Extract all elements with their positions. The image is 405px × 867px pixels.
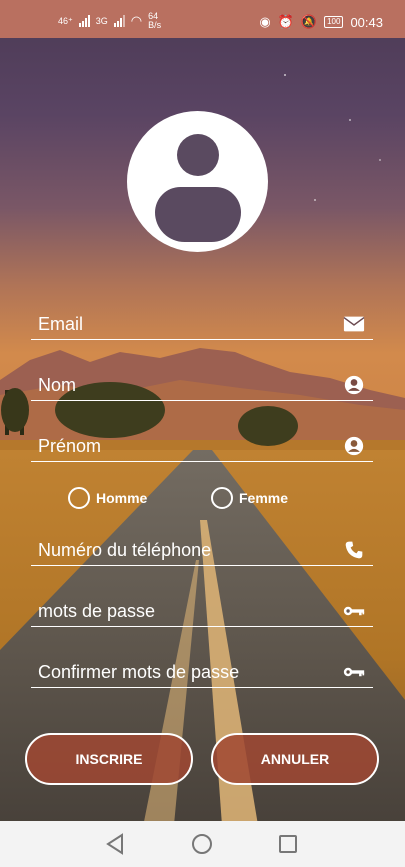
radio-femme-label: Femme	[239, 490, 289, 506]
key-icon	[343, 667, 365, 677]
system-nav-bar	[0, 821, 405, 867]
gender-radio-group: Homme Femme	[0, 487, 405, 511]
time-label: 00:43	[350, 14, 383, 30]
radio-homme-label: Homme	[96, 490, 148, 506]
eye-icon: ◉	[259, 14, 271, 29]
avatar-body	[155, 187, 241, 242]
signal-icon	[78, 15, 90, 27]
password-field[interactable]: mots de passe	[31, 597, 373, 627]
alarm-icon: ⏰	[277, 14, 294, 29]
mute-icon: 🔕	[300, 14, 318, 29]
nom-field[interactable]: Nom	[31, 371, 373, 401]
radio-homme[interactable]: Homme	[68, 487, 147, 509]
radio-circle-icon[interactable]	[68, 487, 90, 509]
phone-field[interactable]: Numéro du téléphone	[31, 536, 373, 566]
phone-icon	[345, 541, 363, 559]
battery-icon: 100	[324, 16, 344, 28]
back-icon[interactable]	[106, 833, 123, 855]
password-label: mots de passe	[38, 601, 156, 621]
account-circle-icon	[344, 375, 364, 395]
cancel-button[interactable]: ANNULER	[211, 733, 379, 785]
signal2-icon	[113, 15, 125, 27]
home-icon[interactable]	[192, 834, 212, 854]
radio-circle-icon[interactable]	[211, 487, 233, 509]
phone-label: Numéro du téléphone	[38, 540, 212, 560]
nav-icons	[106, 833, 297, 855]
confirm-password-field[interactable]: Confirmer mots de passe	[31, 658, 373, 688]
radio-femme[interactable]: Femme	[211, 487, 288, 509]
key-icon	[343, 606, 365, 616]
speed-label: 64 B/s	[148, 11, 162, 30]
account-circle-icon	[344, 436, 364, 456]
network-label: 46⁺	[58, 15, 73, 26]
confirm-password-label: Confirmer mots de passe	[38, 662, 240, 682]
email-field[interactable]: Email	[31, 310, 373, 340]
register-button[interactable]: INSCRIRE	[25, 733, 193, 785]
avatar-head	[177, 134, 219, 176]
nom-label: Nom	[38, 375, 77, 395]
network2-label: 3G	[95, 16, 108, 26]
prenom-label: Prénom	[38, 436, 102, 456]
recents-icon[interactable]	[279, 835, 297, 853]
wifi-icon: ◠	[130, 13, 143, 28]
status-bar: 46⁺ 3G ◠ 64 B/s ◉ ⏰ 🔕 100 00:43	[0, 0, 405, 38]
profile-avatar-icon[interactable]	[127, 111, 268, 252]
email-icon	[343, 316, 365, 332]
prenom-field[interactable]: Prénom	[31, 432, 373, 462]
email-label: Email	[38, 314, 84, 334]
